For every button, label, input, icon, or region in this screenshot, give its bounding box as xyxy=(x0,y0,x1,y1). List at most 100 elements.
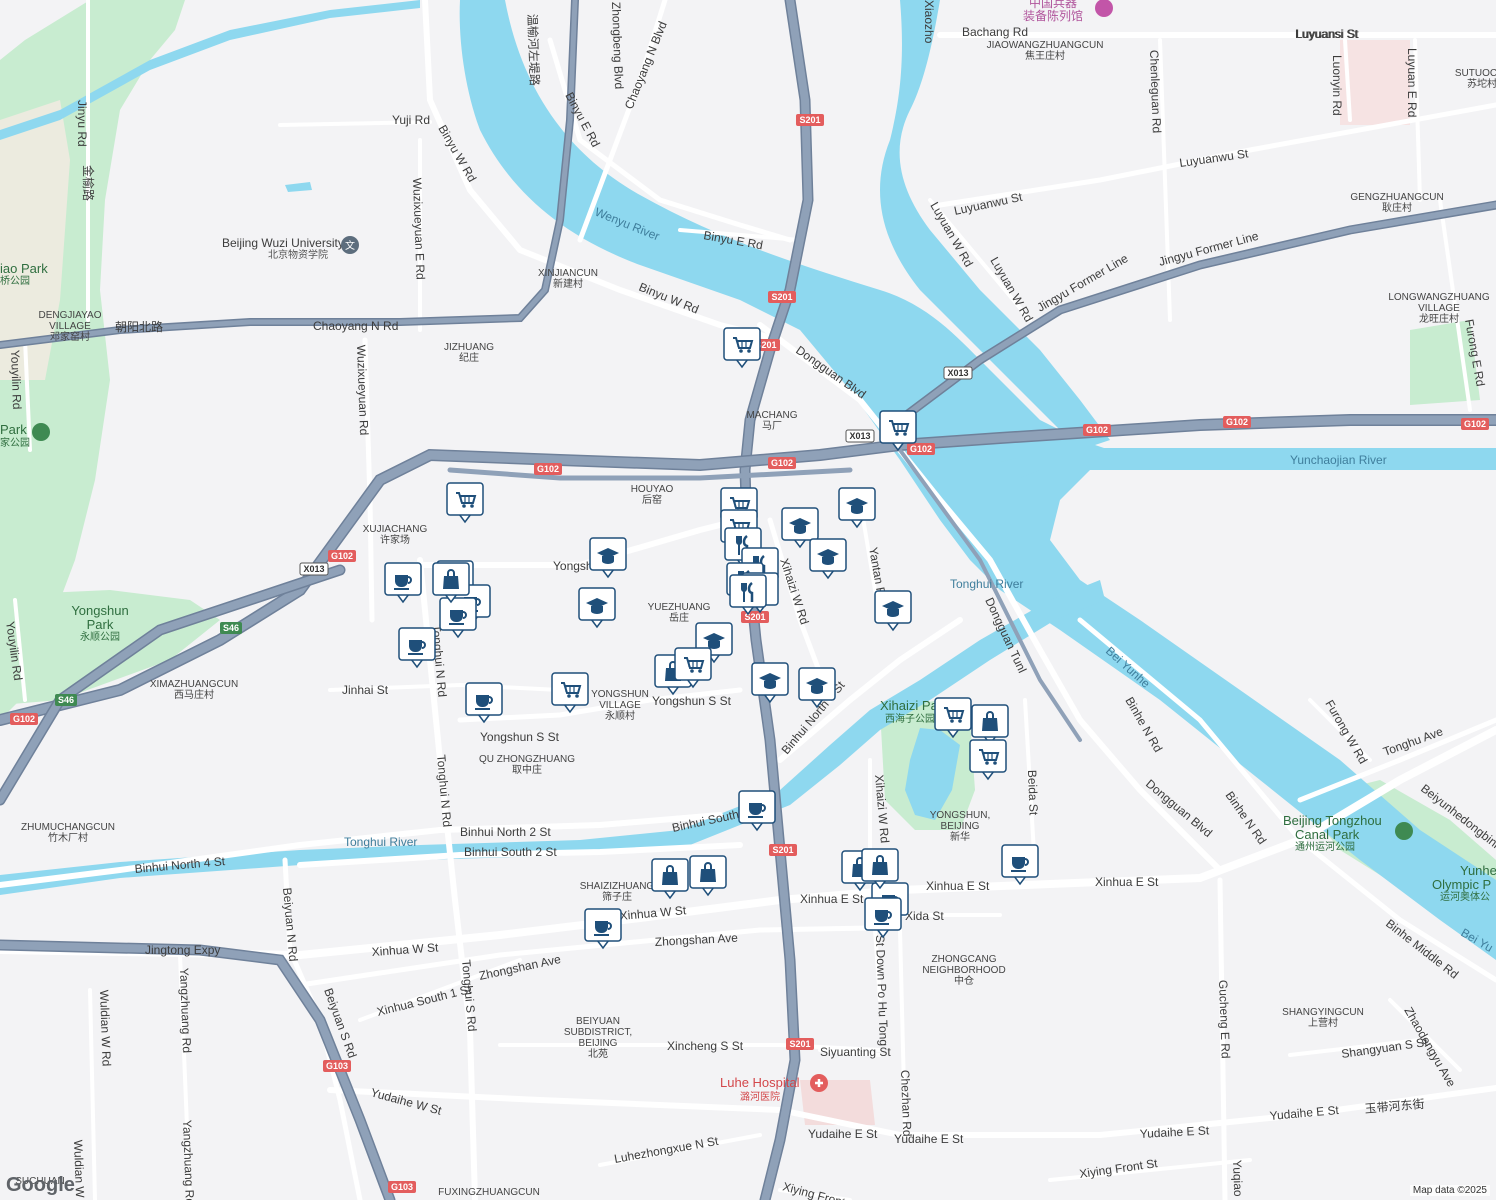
school-marker[interactable] xyxy=(874,590,912,632)
road-label: Wuzixueyuan Rd xyxy=(354,345,371,436)
poi-label: Beijing Wuzi University xyxy=(222,236,344,250)
area-label: 后窑 xyxy=(642,493,662,506)
shopping-cart-marker[interactable] xyxy=(723,327,761,369)
area-label: XINJIANCUN xyxy=(538,268,598,279)
park-label: iao Park xyxy=(0,261,48,276)
road-label: Yudaihe E St xyxy=(1269,1103,1340,1123)
shield-s201: S201 xyxy=(768,291,796,303)
map-attribution: Map data ©2025 xyxy=(1409,1185,1490,1196)
road-label: Yudaihe E St xyxy=(1139,1123,1210,1141)
road-label: Xincheng S St xyxy=(667,1039,744,1053)
road-label: Xiying Front St xyxy=(1078,1156,1159,1181)
shopping-cart-marker[interactable] xyxy=(446,482,484,524)
area-label: VILLAGE xyxy=(49,321,91,332)
shield-s46: S46 xyxy=(55,694,77,706)
area-label: LONGWANGZHUANG xyxy=(1388,292,1490,303)
school-marker[interactable] xyxy=(838,487,876,529)
area-label: BEIJING xyxy=(579,1038,618,1049)
park-label: Olympic P xyxy=(1432,877,1491,892)
area-label: NEIGHBORHOOD xyxy=(922,965,1005,976)
area-label: 许家场 xyxy=(380,533,410,546)
road-label: 玉带河东街 xyxy=(1364,1097,1425,1116)
tree-icon xyxy=(1395,822,1413,840)
museum-icon xyxy=(1095,0,1113,17)
road-label: Yangzhuang Rd xyxy=(180,1120,197,1200)
coffee-cup-marker[interactable] xyxy=(738,790,776,832)
water-label: Yunchaojian River xyxy=(1290,453,1387,467)
poi-label: 装备陈列馆 xyxy=(1023,8,1083,23)
park-label: 永顺公园 xyxy=(80,630,120,643)
road-label: 朝阳北路 xyxy=(115,319,163,334)
svg-text:G102: G102 xyxy=(910,444,932,454)
road-label: Beida St xyxy=(1025,770,1041,816)
road-label: Yudaihe W St xyxy=(369,1085,443,1118)
road-label: Zhongshan Ave xyxy=(654,931,738,949)
shield-g102: G102 xyxy=(1461,418,1489,430)
shield-s201: S201 xyxy=(741,611,769,623)
svg-text:G102: G102 xyxy=(1226,417,1248,427)
shopping-cart-marker[interactable] xyxy=(969,739,1007,781)
shield-g102: G102 xyxy=(534,463,562,475)
area-label: SUTUOC xyxy=(1455,68,1496,79)
svg-text:文: 文 xyxy=(345,239,355,252)
shield-g102: G102 xyxy=(907,443,935,455)
shopping-bag-marker[interactable] xyxy=(651,858,689,900)
area-label: 上营村 xyxy=(1308,1016,1338,1029)
area-label: 苏坨村 xyxy=(1467,77,1496,90)
road-label: Chaoyang N Rd xyxy=(313,319,398,333)
area-label: 邓家窑村 xyxy=(50,330,90,343)
area-label: JIAOWANGZHUANGCUN xyxy=(987,40,1104,51)
area-label: 岳庄 xyxy=(669,611,689,624)
park-label: 西海子公园 xyxy=(885,712,935,725)
road-label: Luyuan E Rd xyxy=(1405,48,1419,117)
svg-text:G102: G102 xyxy=(331,551,353,561)
area-label: 纪庄 xyxy=(459,351,479,364)
road-label: Wuzixueyuan E Rd xyxy=(410,178,428,280)
shield-s201: S201 xyxy=(796,114,824,126)
shopping-cart-marker[interactable] xyxy=(551,672,589,714)
area-label: ZHUMUCHANGCUN xyxy=(21,822,115,833)
shield-g102: G102 xyxy=(1083,424,1111,436)
park-label: Yunhe xyxy=(1460,863,1496,878)
shield-g102: G102 xyxy=(1223,416,1251,428)
svg-text:S201: S201 xyxy=(771,292,792,302)
road-label: Shangyuan S St xyxy=(1340,1035,1428,1061)
shopping-bag-marker[interactable] xyxy=(971,704,1009,746)
coffee-cup-marker[interactable] xyxy=(864,897,902,939)
area-label: MACHANG xyxy=(746,410,797,421)
area-label: YUEZHUANG xyxy=(648,602,711,613)
shield-g102: G102 xyxy=(768,457,796,469)
shield-x013: X013 xyxy=(845,429,875,443)
coffee-cup-marker[interactable] xyxy=(1001,844,1039,886)
shield-s201: S201 xyxy=(769,844,797,856)
school-marker[interactable] xyxy=(809,538,847,580)
road-label: Luyuanwu St xyxy=(953,190,1024,218)
shield-s46: S46 xyxy=(220,622,242,634)
road-wuldian xyxy=(88,988,97,1200)
area-label: 焦王庄村 xyxy=(1025,49,1065,62)
area-label: YONGSHUN xyxy=(591,689,649,700)
area-label: SHANGYINGCUN xyxy=(1282,1007,1364,1018)
map-canvas[interactable]: S201 S201 S201 S201 S201 S201 G102 G102 … xyxy=(0,0,1496,1200)
water-label: Tonghui River xyxy=(344,835,417,849)
area-label: BEIYUAN xyxy=(576,1016,620,1027)
area-label: 新建村 xyxy=(553,277,583,290)
coffee-cup-marker[interactable] xyxy=(439,597,477,639)
area-label: 耿庄村 xyxy=(1382,201,1412,214)
road-label: Yudaihe E St xyxy=(808,1127,878,1141)
coffee-cup-marker[interactable] xyxy=(384,562,422,604)
school-marker[interactable] xyxy=(578,587,616,629)
svg-text:X013: X013 xyxy=(947,368,968,378)
park-label: 运河奥体公 xyxy=(1440,890,1490,903)
road-label: Yongshun S St xyxy=(480,730,560,744)
shopping-bag-marker[interactable] xyxy=(689,855,727,897)
school-marker[interactable] xyxy=(751,662,789,704)
road-label: Yuji Rd xyxy=(392,113,430,127)
wuzi-university-poi[interactable]: Beijing Wuzi University 北京物资学院 文 xyxy=(222,236,359,261)
area-label: 永顺村 xyxy=(605,709,635,722)
area-label: VILLAGE xyxy=(1418,303,1460,314)
museum-poi[interactable]: 中国兵器 装备陈列馆 xyxy=(1023,0,1113,23)
area-label: SUBDISTRICT, xyxy=(564,1027,632,1038)
road-label: Luyuanwu St xyxy=(1178,146,1249,170)
svg-text:S201: S201 xyxy=(789,1039,810,1049)
